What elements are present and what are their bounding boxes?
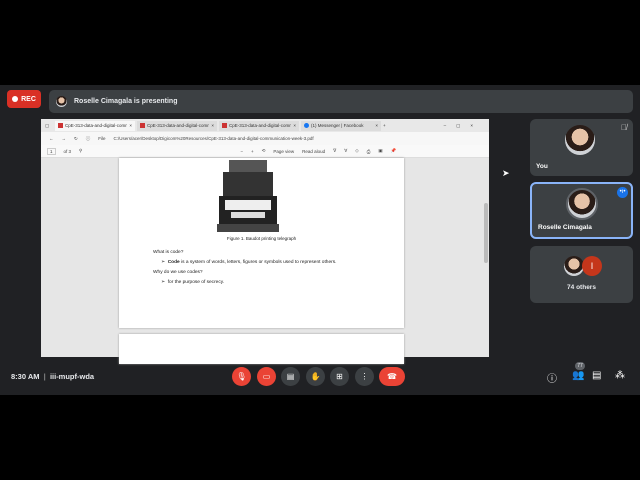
info-icon: ⓘ — [85, 135, 91, 141]
answer-1: ➢ Code is a system of words, letters, fi… — [161, 260, 337, 265]
rotate-icon[interactable]: ⟲ — [262, 148, 266, 154]
activities-icon[interactable]: ⁂ — [615, 370, 625, 381]
telegraph-image — [217, 160, 279, 232]
back-icon[interactable]: ← — [49, 136, 54, 141]
leave-call-button[interactable]: ☎ — [379, 367, 405, 386]
answer-2: ➢ for the purpose of secrecy. — [161, 280, 225, 285]
page-view-button[interactable]: Page view — [273, 149, 294, 154]
browser-tab[interactable]: CpE-313-data-and-digital-comm × — [219, 120, 299, 131]
page-number-input[interactable]: 1 — [47, 147, 56, 155]
draw-icon[interactable]: ∇ — [333, 148, 336, 154]
meet-stage: REC Roselle Cimagala is presenting ▢ CpE… — [0, 85, 640, 395]
url-text[interactable]: C:/Users/acer/Desktop/Digicom%20Resource… — [114, 136, 314, 141]
others-count: 74 others — [567, 284, 596, 291]
avatar — [566, 188, 598, 220]
address-bar[interactable]: ← → ↻ ⓘ File C:/Users/acer/Desktop/Digicom%2… — [41, 132, 489, 145]
people-icon[interactable]: 👥 — [572, 370, 584, 381]
presenter-avatar — [56, 96, 67, 107]
shared-screen: ▢ CpE-313-data-and-digital-comm × CpE-313… — [41, 119, 489, 364]
speaking-icon: •ı• — [617, 187, 628, 198]
pdf-page-2 — [119, 334, 404, 364]
zoom-out-icon[interactable]: − — [240, 149, 243, 154]
browser-tab[interactable]: (1) Messenger | Facebook × — [301, 120, 381, 131]
avatar — [564, 256, 584, 276]
avatar-initial: I — [582, 256, 602, 276]
pdf-page: Figure 1. Baudot printing telegraph What… — [119, 158, 404, 328]
file-label: File — [98, 136, 106, 141]
erase-icon[interactable]: ◇ — [355, 148, 358, 154]
reload-icon[interactable]: ↻ — [74, 136, 78, 142]
tab-actions-icon[interactable]: ▢ — [45, 123, 53, 129]
participant-name: You — [536, 163, 548, 170]
scrollbar[interactable] — [484, 203, 488, 263]
search-icon[interactable]: ⚲ — [79, 148, 82, 154]
forward-icon[interactable]: → — [62, 136, 67, 141]
info-icon[interactable]: ⓘ — [547, 370, 557, 385]
tile-others[interactable]: I 74 others — [530, 246, 633, 303]
pdf-toolbar: 1 of 3 ⚲ − + ⟲ Page view Read aloud ∇ ∀ ◇ ⎙ ▣ 📌 — [41, 145, 489, 158]
meeting-info: 8:30 AM | iii-mupf-wda — [11, 372, 94, 381]
separator: | — [43, 372, 46, 381]
presenting-text: Roselle Cimagala is presenting — [74, 98, 178, 105]
question-1: What is code? — [153, 250, 184, 255]
raise-hand-button[interactable]: ✋ — [306, 367, 325, 386]
window-controls[interactable]: –▢× — [444, 123, 483, 129]
page-total: of 3 — [63, 148, 72, 154]
chat-icon[interactable]: ▤ — [592, 370, 601, 381]
browser-tab[interactable]: CpE-313-data-and-digital-comm × — [55, 120, 135, 131]
avatar — [565, 125, 595, 155]
mic-off-button[interactable]: 🎙 — [232, 367, 251, 386]
meeting-code: iii-mupf-wda — [49, 372, 95, 381]
mic-off-icon: 🎙̸ — [621, 123, 627, 132]
recording-badge: REC — [7, 90, 41, 108]
people-count-badge: 77 — [575, 362, 585, 370]
highlight-icon[interactable]: ∀ — [344, 148, 347, 154]
cursor-icon: ➤ — [502, 168, 510, 178]
zoom-in-icon[interactable]: + — [251, 149, 254, 154]
present-button[interactable]: ⊞ — [330, 367, 349, 386]
question-2: Why do we use codes? — [153, 270, 203, 275]
clock: 8:30 AM — [11, 372, 40, 381]
pdf-content: Figure 1. Baudot printing telegraph What… — [41, 158, 489, 364]
participant-name: Roselle Cimagala — [538, 224, 592, 231]
figure-caption: Figure 1. Baudot printing telegraph — [226, 236, 297, 241]
read-aloud-button[interactable]: Read aloud — [302, 149, 325, 154]
tile-you[interactable]: 🎙̸ You — [530, 119, 633, 176]
tile-presenter[interactable]: •ı• Roselle Cimagala — [530, 182, 633, 239]
new-tab-icon[interactable]: + — [383, 123, 386, 128]
save-icon[interactable]: ▣ — [378, 148, 382, 154]
presenting-bar: Roselle Cimagala is presenting — [49, 90, 633, 113]
meeting-controls: 8:30 AM | iii-mupf-wda 🎙 ▭ ▤ ✋ ⊞ ⋮ ☎ ⓘ 👥… — [0, 362, 640, 391]
more-options-button[interactable]: ⋮ — [355, 367, 374, 386]
captions-button[interactable]: ▤ — [281, 367, 300, 386]
print-icon[interactable]: ⎙ — [367, 149, 371, 154]
browser-tab[interactable]: CpE-313-data-and-digital-comm × — [137, 120, 217, 131]
camera-off-button[interactable]: ▭ — [257, 367, 276, 386]
pin-icon[interactable]: 📌 — [391, 148, 397, 154]
rec-label: REC — [21, 95, 36, 103]
record-icon — [12, 96, 19, 102]
tab-bar: ▢ CpE-313-data-and-digital-comm × CpE-313… — [41, 119, 489, 132]
